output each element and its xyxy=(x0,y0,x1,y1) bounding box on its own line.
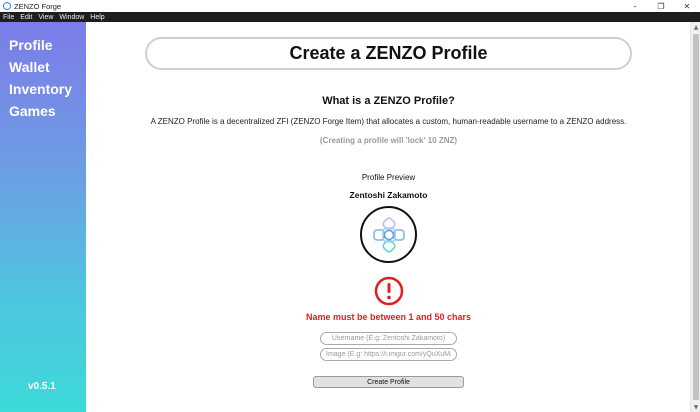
sidebar: Profile Wallet Inventory Games v0.5.1 xyxy=(0,22,86,412)
profile-description: A ZENZO Profile is a decentralized ZFI (… xyxy=(150,117,627,126)
menu-file[interactable]: File xyxy=(0,14,17,21)
create-profile-button[interactable]: Create Profile xyxy=(313,376,464,388)
zenzo-logo-icon xyxy=(372,216,405,253)
version-label: v0.5.1 xyxy=(28,381,56,392)
window-title: ZENZO Forge xyxy=(14,1,62,11)
sidebar-item-profile[interactable]: Profile xyxy=(9,37,53,53)
preview-label: Profile Preview xyxy=(361,173,416,182)
window-controls: – ❐ ✕ xyxy=(622,0,700,12)
main-content: Create a ZENZO Profile What is a ZENZO P… xyxy=(86,22,700,412)
menu-view[interactable]: View xyxy=(35,14,56,21)
scroll-thumb[interactable] xyxy=(693,34,699,400)
sidebar-item-wallet[interactable]: Wallet xyxy=(9,59,50,75)
page-title: Create a ZENZO Profile xyxy=(145,37,632,70)
menu-window[interactable]: Window xyxy=(56,14,87,21)
sidebar-item-inventory[interactable]: Inventory xyxy=(9,81,72,97)
avatar xyxy=(360,206,417,263)
scrollbar[interactable]: ▲ ▼ xyxy=(690,22,700,412)
error-message: Name must be between 1 and 50 chars xyxy=(305,312,472,322)
sidebar-item-games[interactable]: Games xyxy=(9,103,56,119)
menu-bar: File Edit View Window Help xyxy=(0,12,700,22)
menu-help[interactable]: Help xyxy=(87,14,107,21)
minimize-icon[interactable]: – xyxy=(622,0,648,12)
window-titlebar: ZENZO Forge – ❐ ✕ xyxy=(0,0,700,12)
exclamation-circle-icon xyxy=(374,276,404,306)
username-input[interactable] xyxy=(320,332,457,345)
scroll-up-icon[interactable]: ▲ xyxy=(691,22,700,32)
lock-note: (Creating a profile will 'lock' 10 ZNZ) xyxy=(319,136,458,145)
zenzo-app-icon xyxy=(3,2,11,10)
close-icon[interactable]: ✕ xyxy=(674,0,700,12)
image-url-input[interactable] xyxy=(320,348,457,361)
menu-edit[interactable]: Edit xyxy=(17,14,35,21)
scroll-down-icon[interactable]: ▼ xyxy=(691,402,700,412)
section-title: What is a ZENZO Profile? xyxy=(322,95,455,107)
preview-name: Zentoshi Zakamoto xyxy=(349,190,428,200)
maximize-icon[interactable]: ❐ xyxy=(648,0,674,12)
